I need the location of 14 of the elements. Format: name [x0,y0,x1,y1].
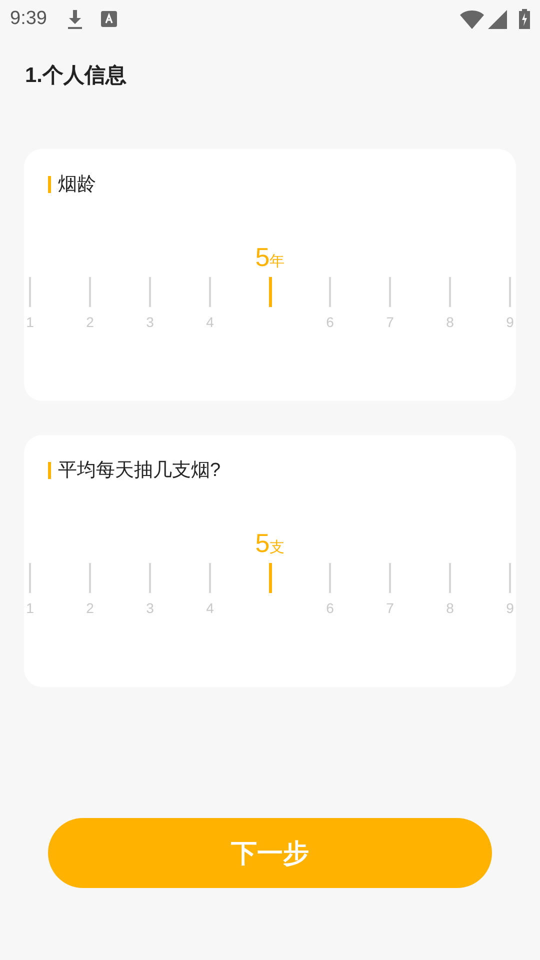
ruler-value: 5年 [255,244,285,270]
next-button[interactable]: 下一步 [48,818,492,888]
battery-icon [519,9,530,29]
accent-bar [48,462,51,479]
page-title: 1.个人信息 [25,65,128,86]
card-label: 烟龄 [58,175,96,194]
card-label: 平均每天抽几支烟? [58,461,221,480]
wifi-icon [460,9,484,29]
ruler-value: 5支 [255,530,285,556]
status-time: 9:39 [10,6,47,31]
download-icon [66,9,83,29]
accent-bar [48,176,51,193]
app-icon [100,11,117,27]
signal-icon [488,10,507,28]
